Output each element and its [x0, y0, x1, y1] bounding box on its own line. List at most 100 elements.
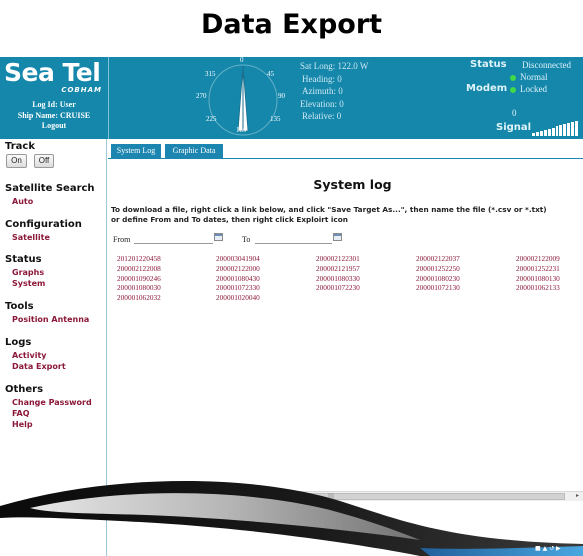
logout-link[interactable]: Logout — [0, 121, 108, 132]
log-file-link[interactable]: 200001090246 — [117, 274, 216, 284]
log-file-link[interactable]: 200001072130 — [416, 283, 516, 293]
log-file-link[interactable]: 200001080030 — [117, 283, 216, 293]
from-calendar-icon[interactable] — [214, 233, 223, 241]
signal-bar — [575, 121, 579, 136]
signal-bar — [547, 128, 551, 136]
log-file-link[interactable]: 200001080230 — [416, 274, 516, 284]
header-divider — [108, 57, 109, 139]
signal-bar — [535, 131, 539, 136]
signal-bar — [559, 125, 563, 136]
sidebar-item-position-antenna[interactable]: Position Antenna — [12, 315, 89, 324]
sidebar-section-configuration: Configuration — [5, 219, 82, 230]
signal-value: 0 — [512, 108, 517, 118]
compass-e: 90 — [278, 92, 285, 100]
heading: Heading: 0 — [302, 73, 342, 84]
log-file-link[interactable]: 200002121957 — [316, 264, 416, 274]
sidebar-item-data-export[interactable]: Data Export — [12, 362, 66, 371]
tab-system-log[interactable]: System Log — [111, 144, 161, 158]
sat-long: Sat Long: 122.0 W — [300, 61, 369, 71]
system-tray-icons: ■ ▲ ↺ ▶ — [535, 545, 561, 552]
track-on-button[interactable]: On — [6, 154, 27, 168]
log-file-link[interactable]: 200001080330 — [316, 274, 416, 284]
azimuth: Azimuth: 0 — [302, 86, 343, 96]
instruction-line-1: To download a file, right click a link b… — [111, 205, 547, 214]
to-calendar-icon[interactable] — [333, 233, 342, 241]
page-caption: Data Export — [200, 9, 383, 40]
sidebar-item-help[interactable]: Help — [12, 420, 33, 429]
page-title: System log — [313, 177, 392, 192]
signal-bar — [551, 127, 555, 136]
log-file-link[interactable]: 201201220458 — [117, 254, 216, 264]
log-file-link[interactable]: 200002122009 — [516, 254, 583, 264]
modem-indicator: Locked — [510, 84, 547, 94]
log-file-link[interactable]: 200002122037 — [416, 254, 516, 264]
elevation: Elevation: 0 — [300, 98, 344, 109]
track-off-button[interactable]: Off — [34, 154, 54, 168]
compass-s: 180 — [236, 126, 247, 134]
brand-block: Sea Tel COBHAM Log Id: User Ship Name: C… — [0, 57, 108, 139]
sidebar-section-track: Track — [5, 141, 35, 152]
from-label: From — [113, 235, 131, 244]
signal-bar — [532, 132, 535, 136]
log-id: Log Id: User — [32, 100, 76, 109]
decorative-swoosh — [0, 481, 583, 556]
compass-ne: 45 — [267, 70, 274, 78]
sea-tel-logo: Sea Tel — [4, 58, 101, 87]
log-file-link[interactable]: 200003041904 — [216, 254, 316, 264]
signal-bar — [543, 129, 547, 136]
sidebar-item-auto[interactable]: Auto — [12, 197, 33, 206]
to-date-input[interactable] — [255, 234, 332, 244]
normal-text: Normal — [520, 72, 548, 82]
tab-graphic-data[interactable]: Graphic Data — [165, 144, 223, 158]
sidebar-section-tools: Tools — [5, 301, 34, 312]
log-file-link[interactable]: 200001072230 — [316, 283, 416, 293]
antenna-readout: Sat Long: 122.0 W Heading: 0 Azimuth: 0 … — [300, 60, 368, 123]
signal-bar — [571, 122, 575, 136]
system-log-file-list: 201201220458 200003041904 200002122301 2000… — [117, 254, 583, 303]
log-file-link[interactable]: 200002122008 — [117, 264, 216, 274]
log-file-link[interactable]: 200001020040 — [216, 293, 316, 303]
sidebar-section-others: Others — [5, 384, 44, 395]
sidebar-section-logs: Logs — [5, 337, 32, 348]
signal-bar — [563, 124, 567, 136]
sidebar-section-satellite-search: Satellite Search — [5, 183, 95, 194]
log-file-link[interactable]: 200001252250 — [416, 264, 516, 274]
normal-indicator: Normal — [510, 72, 548, 82]
download-instructions: To download a file, right click a link b… — [111, 205, 571, 224]
sidebar-item-activity[interactable]: Activity — [12, 351, 47, 360]
sidebar-item-graphs[interactable]: Graphs — [12, 268, 44, 277]
log-file-link[interactable]: 200001072330 — [216, 283, 316, 293]
compass-se: 135 — [270, 115, 281, 123]
signal-strength-bars — [532, 119, 579, 136]
tab-underline — [108, 158, 583, 159]
log-file-link[interactable]: 200002122000 — [216, 264, 316, 274]
compass-w: 270 — [196, 92, 207, 100]
green-dot-icon — [510, 86, 516, 93]
sidebar-item-faq[interactable]: FAQ — [12, 409, 30, 418]
signal-bar — [555, 126, 559, 136]
signal-bar — [539, 130, 543, 136]
log-file-link[interactable]: 200001080430 — [216, 274, 316, 284]
sidebar-item-satellite[interactable]: Satellite — [12, 233, 50, 242]
sidebar-item-system[interactable]: System — [12, 279, 45, 288]
log-file-link[interactable]: 200001252231 — [516, 264, 583, 274]
ship-name: Ship Name: CRUISE — [17, 110, 91, 120]
sidebar-item-change-password[interactable]: Change Password — [12, 398, 92, 407]
green-dot-icon — [510, 74, 516, 81]
to-label: To — [242, 235, 251, 244]
session-info: Log Id: User Ship Name: CRUISE Logout — [0, 100, 108, 132]
from-date-input[interactable] — [134, 234, 213, 244]
log-file-link[interactable]: 200002122301 — [316, 254, 416, 264]
app-header: Sea Tel COBHAM Log Id: User Ship Name: C… — [0, 57, 583, 139]
compass-dial: 0 45 90 135 180 225 270 315 — [190, 57, 296, 137]
compass-sw: 225 — [206, 115, 217, 123]
log-file-link[interactable]: 200001062133 — [516, 283, 583, 293]
relative: Relative: 0 — [302, 111, 342, 121]
sidebar-section-status: Status — [5, 254, 42, 265]
log-file-link[interactable]: 200001062032 — [117, 293, 216, 303]
log-file-link[interactable]: 200001080130 — [516, 274, 583, 284]
modem-value: Locked — [520, 84, 547, 94]
status-label: Status — [470, 59, 507, 70]
modem-label: Modem — [466, 83, 508, 94]
compass-n: 0 — [240, 57, 244, 64]
